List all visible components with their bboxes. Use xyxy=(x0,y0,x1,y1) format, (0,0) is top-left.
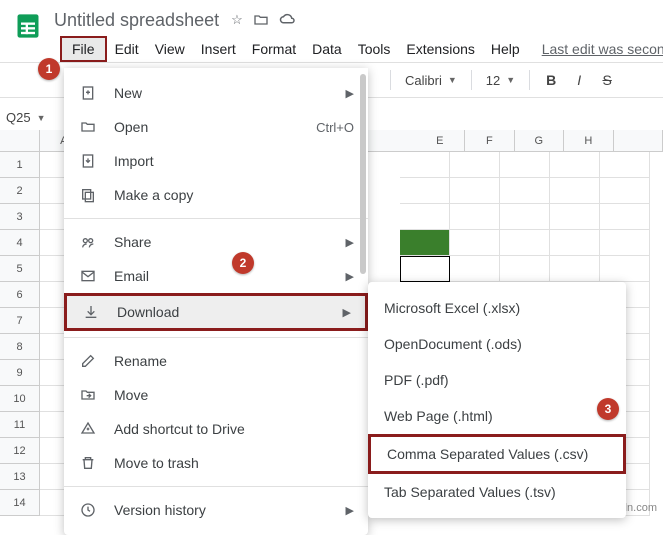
menu-item-move[interactable]: Move xyxy=(64,378,368,412)
menubar: File Edit View Insert Format Data Tools … xyxy=(0,32,663,62)
menu-format[interactable]: Format xyxy=(244,37,304,61)
row-header[interactable]: 11 xyxy=(0,412,40,438)
menu-tools[interactable]: Tools xyxy=(350,37,399,61)
toolbar-separator xyxy=(471,70,472,90)
row-header[interactable]: 1 xyxy=(0,152,40,178)
chevron-down-icon: ▼ xyxy=(506,75,515,85)
move-folder-icon[interactable] xyxy=(253,12,269,31)
menu-separator xyxy=(64,486,368,487)
row-header[interactable]: 9 xyxy=(0,360,40,386)
submenu-item-xlsx[interactable]: Microsoft Excel (.xlsx) xyxy=(368,290,626,326)
history-icon xyxy=(78,500,98,520)
row-header[interactable]: 10 xyxy=(0,386,40,412)
font-name: Calibri xyxy=(405,73,442,88)
menu-separator xyxy=(64,218,368,219)
bordered-cell[interactable] xyxy=(400,256,450,282)
submenu-arrow-icon: ▶ xyxy=(346,87,354,100)
filled-cell[interactable] xyxy=(400,230,450,256)
menu-item-rename[interactable]: Rename xyxy=(64,344,368,378)
menu-data[interactable]: Data xyxy=(304,37,350,61)
submenu-item-ods[interactable]: OpenDocument (.ods) xyxy=(368,326,626,362)
menu-scrollbar[interactable] xyxy=(360,74,366,274)
move-icon xyxy=(78,385,98,405)
row-header[interactable]: 7 xyxy=(0,308,40,334)
app-header: Untitled spreadsheet ☆ xyxy=(0,0,663,32)
menu-item-move-to-trash[interactable]: Move to trash xyxy=(64,446,368,480)
cloud-status-icon[interactable] xyxy=(279,12,297,31)
toolbar-separator xyxy=(529,70,530,90)
menu-view[interactable]: View xyxy=(147,37,193,61)
share-icon xyxy=(78,232,98,252)
menu-separator xyxy=(64,337,368,338)
font-picker[interactable]: Calibri ▼ xyxy=(401,71,461,90)
submenu-item-html[interactable]: Web Page (.html) xyxy=(368,398,626,434)
download-icon xyxy=(81,302,101,322)
submenu-item-pdf[interactable]: PDF (.pdf) xyxy=(368,362,626,398)
submenu-item-tsv[interactable]: Tab Separated Values (.tsv) xyxy=(368,474,626,510)
menu-file[interactable]: File xyxy=(60,36,107,62)
sheets-logo[interactable] xyxy=(8,6,48,46)
menu-item-download[interactable]: Download ▶ xyxy=(64,293,368,331)
submenu-arrow-icon: ▶ xyxy=(346,504,354,517)
submenu-arrow-icon: ▶ xyxy=(346,236,354,249)
bold-button[interactable]: B xyxy=(540,72,562,88)
chevron-down-icon: ▼ xyxy=(448,75,457,85)
annotation-callout-3: 3 xyxy=(597,398,619,420)
trash-icon xyxy=(78,453,98,473)
star-icon[interactable]: ☆ xyxy=(231,12,243,31)
email-icon xyxy=(78,266,98,286)
chevron-down-icon: ▼ xyxy=(37,113,46,123)
toolbar-separator xyxy=(390,70,391,90)
rename-icon xyxy=(78,351,98,371)
folder-open-icon xyxy=(78,117,98,137)
name-box[interactable]: Q25 ▼ xyxy=(6,110,46,125)
file-dropdown-menu: New ▶ Open Ctrl+O Import Make a copy Sha… xyxy=(64,68,368,535)
menu-edit[interactable]: Edit xyxy=(107,37,147,61)
menu-insert[interactable]: Insert xyxy=(193,37,244,61)
menu-item-share[interactable]: Share ▶ xyxy=(64,225,368,259)
column-header[interactable]: H xyxy=(564,130,613,151)
new-doc-icon xyxy=(78,83,98,103)
submenu-item-csv[interactable]: Comma Separated Values (.csv) xyxy=(368,434,626,474)
column-header[interactable]: E xyxy=(416,130,465,151)
row-header[interactable]: 8 xyxy=(0,334,40,360)
submenu-arrow-icon: ▶ xyxy=(346,270,354,283)
column-header[interactable]: F xyxy=(465,130,514,151)
row-header[interactable]: 2 xyxy=(0,178,40,204)
menu-help[interactable]: Help xyxy=(483,37,528,61)
import-icon xyxy=(78,151,98,171)
submenu-arrow-icon: ▶ xyxy=(343,306,351,319)
menu-item-version-history[interactable]: Version history ▶ xyxy=(64,493,368,527)
menu-extensions[interactable]: Extensions xyxy=(398,37,482,61)
row-header[interactable]: 13 xyxy=(0,464,40,490)
column-header[interactable] xyxy=(614,130,663,151)
annotation-callout-2: 2 xyxy=(232,252,254,274)
row-header[interactable]: 3 xyxy=(0,204,40,230)
row-header[interactable]: 5 xyxy=(0,256,40,282)
menu-item-make-copy[interactable]: Make a copy xyxy=(64,178,368,212)
column-header[interactable]: G xyxy=(515,130,564,151)
drive-shortcut-icon xyxy=(78,419,98,439)
font-size: 12 xyxy=(486,73,500,88)
document-title[interactable]: Untitled spreadsheet xyxy=(54,10,219,31)
italic-button[interactable]: I xyxy=(568,72,590,88)
row-header[interactable]: 4 xyxy=(0,230,40,256)
menu-item-import[interactable]: Import xyxy=(64,144,368,178)
menu-item-email[interactable]: Email ▶ xyxy=(64,259,368,293)
download-submenu: Microsoft Excel (.xlsx) OpenDocument (.o… xyxy=(368,282,626,518)
row-header[interactable]: 6 xyxy=(0,282,40,308)
annotation-callout-1: 1 xyxy=(38,58,60,80)
row-header[interactable]: 12 xyxy=(0,438,40,464)
row-header[interactable]: 14 xyxy=(0,490,40,516)
last-edit-link[interactable]: Last edit was second xyxy=(542,41,663,57)
menu-item-new[interactable]: New ▶ xyxy=(64,76,368,110)
strikethrough-button[interactable]: S xyxy=(596,72,618,88)
copy-icon xyxy=(78,185,98,205)
menu-item-open[interactable]: Open Ctrl+O xyxy=(64,110,368,144)
font-size-picker[interactable]: 12 ▼ xyxy=(482,71,519,90)
select-all-corner[interactable] xyxy=(0,130,40,151)
menu-item-add-shortcut[interactable]: Add shortcut to Drive xyxy=(64,412,368,446)
shortcut-text: Ctrl+O xyxy=(316,120,354,135)
